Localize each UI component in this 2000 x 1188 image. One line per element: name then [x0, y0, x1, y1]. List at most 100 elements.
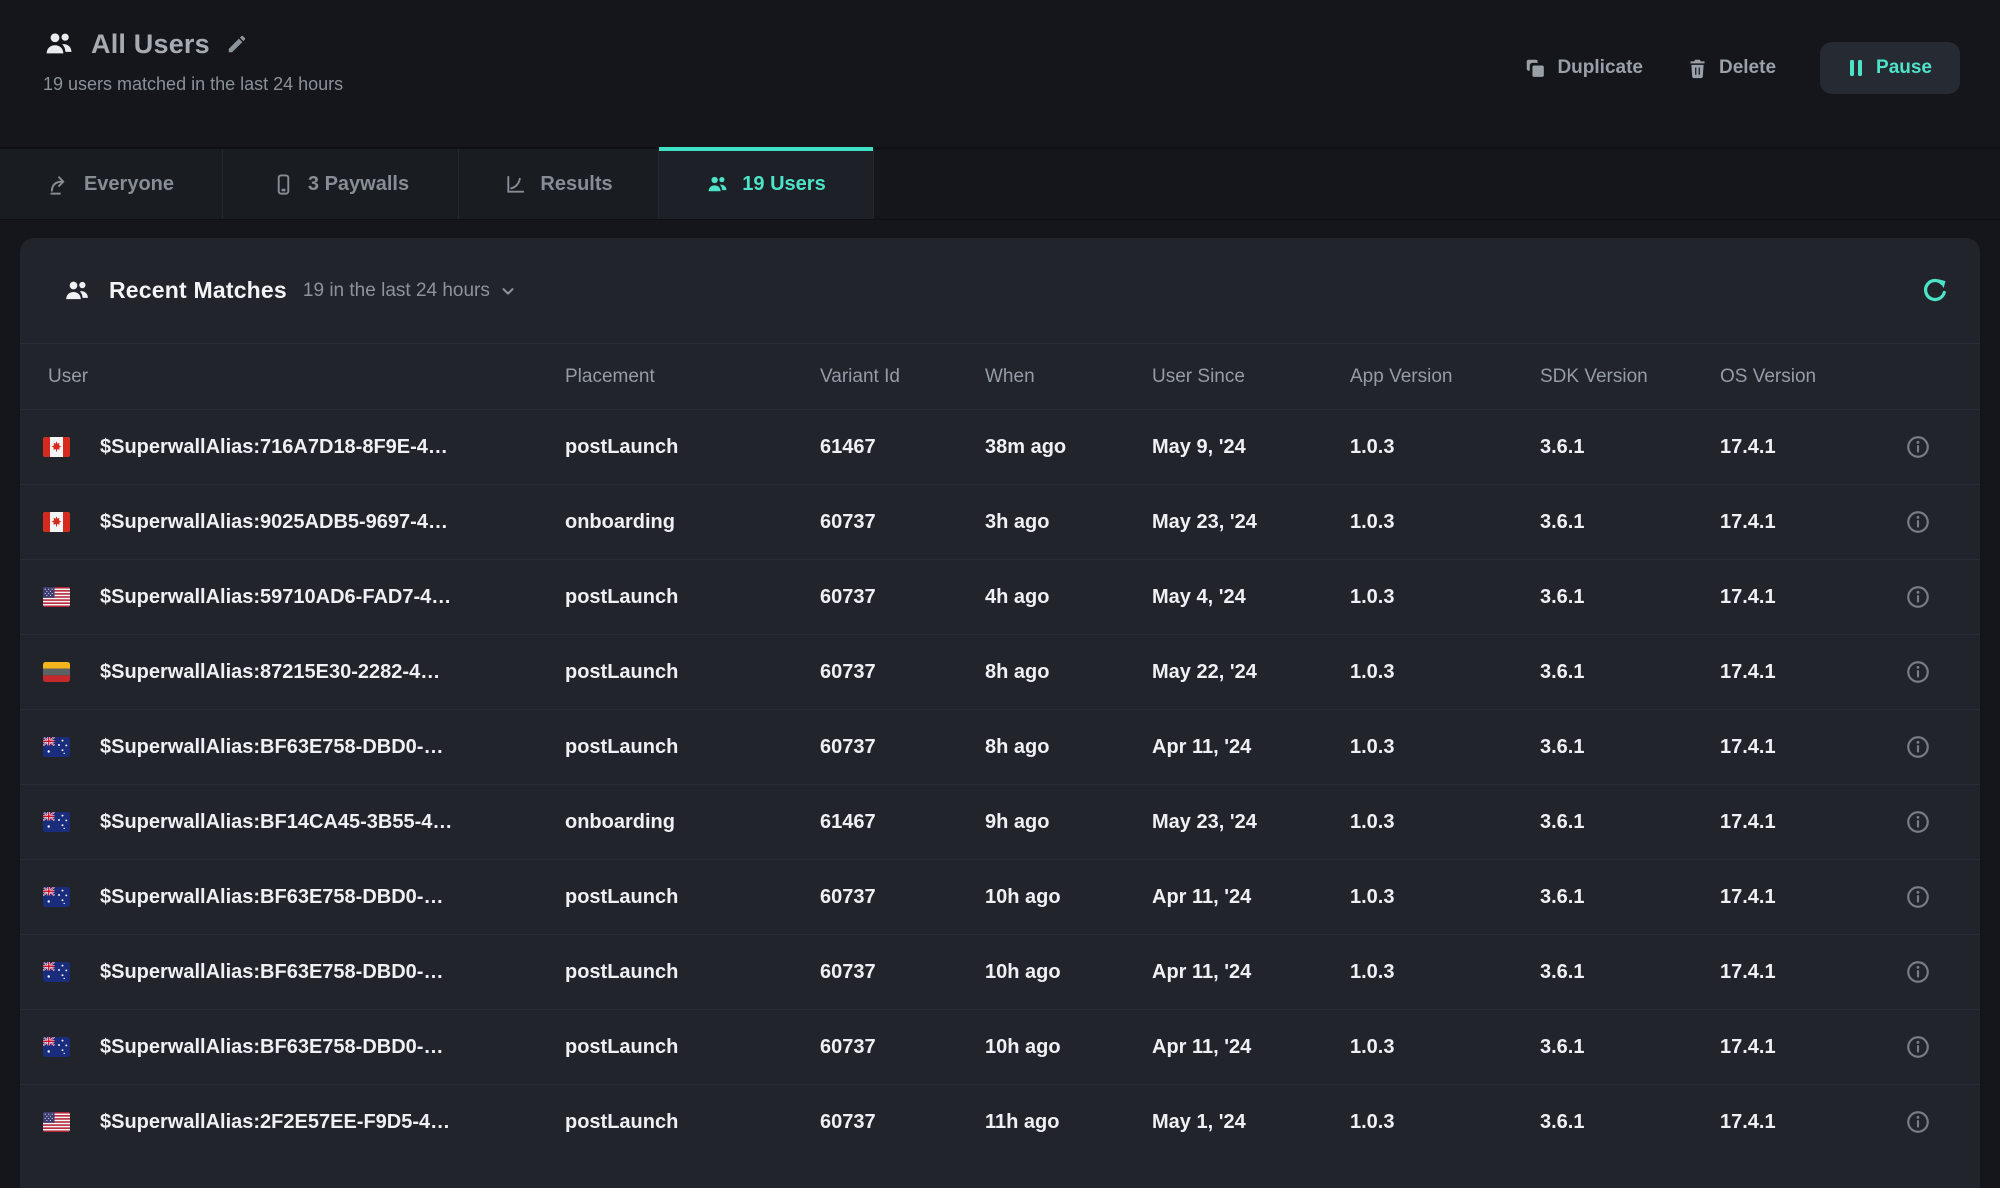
placement-cell: postLaunch — [565, 661, 820, 684]
placement-cell: postLaunch — [565, 961, 820, 984]
info-icon[interactable] — [1905, 434, 1931, 460]
sdk-version-cell: 3.6.1 — [1540, 1111, 1720, 1134]
user-since-cell: May 9, '24 — [1152, 436, 1350, 459]
flag-ca-icon — [43, 437, 70, 457]
user-since-cell: Apr 11, '24 — [1152, 886, 1350, 909]
sdk-version-cell: 3.6.1 — [1540, 436, 1720, 459]
variant-id-cell: 61467 — [820, 436, 985, 459]
refresh-icon — [1920, 276, 1950, 306]
users-icon — [63, 277, 91, 305]
app-version-cell: 1.0.3 — [1350, 886, 1540, 909]
edit-pencil-icon[interactable] — [226, 33, 248, 55]
placement-cell: onboarding — [565, 811, 820, 834]
users-icon — [706, 173, 729, 196]
user-since-cell: May 23, '24 — [1152, 511, 1350, 534]
info-icon[interactable] — [1905, 734, 1931, 760]
col-app-version: App Version — [1350, 366, 1540, 388]
when-cell: 10h ago — [985, 1036, 1152, 1059]
flag-au-icon — [43, 962, 70, 982]
user-alias: $SuperwallAlias:BF14CA45-3B55-4… — [100, 811, 452, 834]
user-since-cell: May 23, '24 — [1152, 811, 1350, 834]
user-since-cell: Apr 11, '24 — [1152, 736, 1350, 759]
variant-id-cell: 60737 — [820, 511, 985, 534]
col-user-since: User Since — [1152, 366, 1350, 388]
info-icon[interactable] — [1905, 809, 1931, 835]
tab-paywalls[interactable]: 3 Paywalls — [223, 149, 459, 219]
col-placement: Placement — [565, 366, 820, 388]
app-version-cell: 1.0.3 — [1350, 511, 1540, 534]
os-version-cell: 17.4.1 — [1720, 436, 1880, 459]
variant-id-cell: 60737 — [820, 586, 985, 609]
info-icon[interactable] — [1905, 584, 1931, 610]
table-row[interactable]: $SuperwallAlias:87215E30-2282-4… postLau… — [20, 634, 1980, 709]
page-subtitle: 19 users matched in the last 24 hours — [43, 74, 343, 95]
duplicate-button[interactable]: Duplicate — [1525, 57, 1643, 79]
refresh-button[interactable] — [1920, 276, 1950, 306]
tab-results[interactable]: Results — [459, 149, 659, 219]
table-row[interactable]: $SuperwallAlias:2F2E57EE-F9D5-4… postLau… — [20, 1084, 1980, 1159]
user-since-cell: May 4, '24 — [1152, 586, 1350, 609]
when-cell: 3h ago — [985, 511, 1152, 534]
info-icon[interactable] — [1905, 1034, 1931, 1060]
os-version-cell: 17.4.1 — [1720, 511, 1880, 534]
user-since-cell: Apr 11, '24 — [1152, 1036, 1350, 1059]
placement-cell: onboarding — [565, 511, 820, 534]
user-alias: $SuperwallAlias:BF63E758-DBD0-… — [100, 736, 443, 759]
table-row[interactable]: $SuperwallAlias:BF63E758-DBD0-… postLaun… — [20, 859, 1980, 934]
user-since-cell: May 1, '24 — [1152, 1111, 1350, 1134]
sdk-version-cell: 3.6.1 — [1540, 586, 1720, 609]
table-row[interactable]: $SuperwallAlias:BF14CA45-3B55-4… onboard… — [20, 784, 1980, 859]
info-icon[interactable] — [1905, 884, 1931, 910]
tab-everyone[interactable]: Everyone — [0, 149, 223, 219]
info-icon[interactable] — [1905, 659, 1931, 685]
tab-users[interactable]: 19 Users — [659, 149, 874, 219]
variant-id-cell: 60737 — [820, 1036, 985, 1059]
variant-id-cell: 60737 — [820, 886, 985, 909]
placement-cell: postLaunch — [565, 886, 820, 909]
chevron-down-icon — [499, 282, 517, 300]
user-alias: $SuperwallAlias:BF63E758-DBD0-… — [100, 886, 443, 909]
table-row[interactable]: $SuperwallAlias:716A7D18-8F9E-4… postLau… — [20, 409, 1980, 484]
table-row[interactable]: $SuperwallAlias:BF63E758-DBD0-… postLaun… — [20, 709, 1980, 784]
placement-cell: postLaunch — [565, 586, 820, 609]
page-title: All Users — [91, 29, 210, 60]
when-cell: 10h ago — [985, 961, 1152, 984]
variant-id-cell: 60737 — [820, 1111, 985, 1134]
flag-au-icon — [43, 737, 70, 757]
info-icon[interactable] — [1905, 509, 1931, 535]
app-version-cell: 1.0.3 — [1350, 586, 1540, 609]
info-icon[interactable] — [1905, 1109, 1931, 1135]
table-row[interactable]: $SuperwallAlias:59710AD6-FAD7-4… postLau… — [20, 559, 1980, 634]
recent-matches-panel: Recent Matches 19 in the last 24 hours U… — [20, 238, 1980, 1188]
variant-id-cell: 60737 — [820, 661, 985, 684]
app-version-cell: 1.0.3 — [1350, 811, 1540, 834]
table-row[interactable]: $SuperwallAlias:BF63E758-DBD0-… postLaun… — [20, 934, 1980, 1009]
table-body: $SuperwallAlias:716A7D18-8F9E-4… postLau… — [20, 409, 1980, 1159]
timeframe-dropdown[interactable]: 19 in the last 24 hours — [303, 280, 517, 302]
os-version-cell: 17.4.1 — [1720, 661, 1880, 684]
variant-id-cell: 60737 — [820, 961, 985, 984]
flag-au-icon — [43, 812, 70, 832]
pause-button[interactable]: Pause — [1820, 42, 1960, 94]
os-version-cell: 17.4.1 — [1720, 736, 1880, 759]
user-alias: $SuperwallAlias:716A7D18-8F9E-4… — [100, 436, 448, 459]
sdk-version-cell: 3.6.1 — [1540, 511, 1720, 534]
app-version-cell: 1.0.3 — [1350, 1036, 1540, 1059]
duplicate-icon — [1525, 58, 1546, 79]
user-alias: $SuperwallAlias:BF63E758-DBD0-… — [100, 961, 443, 984]
user-alias: $SuperwallAlias:9025ADB5-9697-4… — [100, 511, 448, 534]
when-cell: 8h ago — [985, 661, 1152, 684]
col-sdk-version: SDK Version — [1540, 366, 1720, 388]
os-version-cell: 17.4.1 — [1720, 586, 1880, 609]
user-alias: $SuperwallAlias:87215E30-2282-4… — [100, 661, 440, 684]
user-alias: $SuperwallAlias:BF63E758-DBD0-… — [100, 1036, 443, 1059]
app-version-cell: 1.0.3 — [1350, 961, 1540, 984]
table-row[interactable]: $SuperwallAlias:9025ADB5-9697-4… onboard… — [20, 484, 1980, 559]
delete-button[interactable]: Delete — [1687, 57, 1776, 79]
info-icon[interactable] — [1905, 959, 1931, 985]
when-cell: 8h ago — [985, 736, 1152, 759]
flag-ca-icon — [43, 512, 70, 532]
sdk-version-cell: 3.6.1 — [1540, 1036, 1720, 1059]
flag-us-icon — [43, 1112, 70, 1132]
table-row[interactable]: $SuperwallAlias:BF63E758-DBD0-… postLaun… — [20, 1009, 1980, 1084]
